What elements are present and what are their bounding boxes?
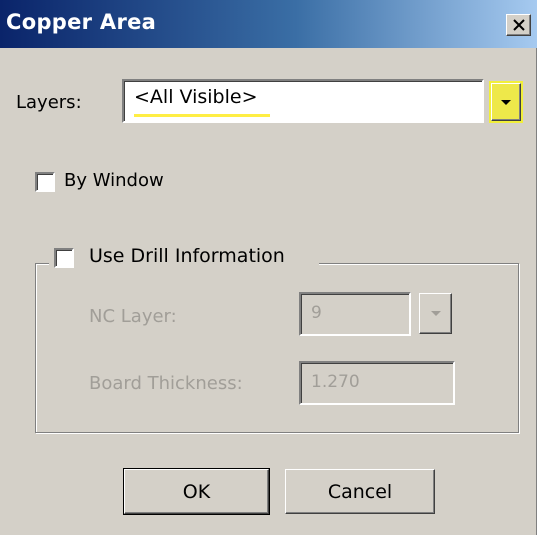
drill-information-group [35, 263, 519, 433]
nc-layer-dropdown-button[interactable] [419, 293, 452, 334]
title-bar[interactable]: Copper Area [0, 0, 537, 48]
ok-button[interactable]: OK [123, 468, 270, 515]
layers-label: Layers: [16, 92, 82, 113]
layers-value: <All Visible> [134, 86, 258, 108]
by-window-label: By Window [64, 170, 164, 191]
nc-layer-value: 9 [311, 303, 322, 323]
layers-combobox[interactable]: <All Visible> [122, 79, 484, 123]
chevron-down-icon [501, 99, 511, 105]
copper-area-dialog: Copper Area Layers: <All Visible> By Win… [0, 0, 537, 535]
layers-dropdown-button[interactable] [489, 81, 523, 123]
window-title: Copper Area [6, 10, 157, 34]
nc-layer-combobox[interactable]: 9 [299, 292, 411, 336]
chevron-down-icon [430, 311, 441, 316]
legend-background: Use Drill Information [49, 245, 319, 275]
use-drill-information-checkbox[interactable] [54, 248, 74, 268]
board-thickness-field[interactable]: 1.270 [299, 361, 455, 405]
board-thickness-label: Board Thickness: [89, 373, 243, 394]
close-icon [512, 19, 525, 31]
cancel-button[interactable]: Cancel [285, 469, 435, 514]
close-button[interactable] [506, 14, 531, 36]
use-drill-information-label: Use Drill Information [89, 245, 285, 267]
board-thickness-value: 1.270 [311, 372, 360, 392]
nc-layer-label: NC Layer: [89, 306, 177, 327]
text-highlight [134, 114, 270, 117]
by-window-checkbox[interactable] [35, 172, 55, 192]
